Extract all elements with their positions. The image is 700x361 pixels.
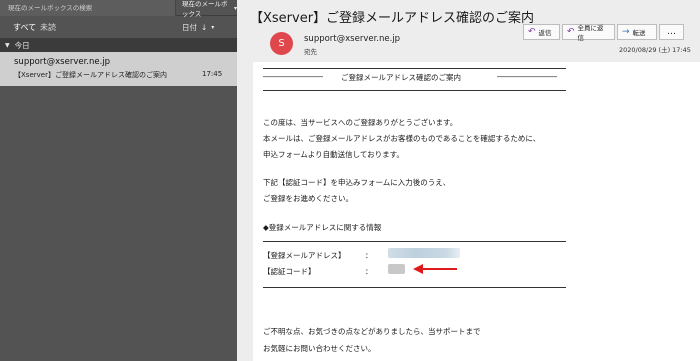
message-time: 17:45 (202, 70, 223, 78)
divider (263, 68, 566, 69)
reply-button[interactable]: ↶ 返信 (523, 24, 560, 40)
to-label: 宛先 (304, 48, 317, 56)
forward-button[interactable]: → 転送 (617, 24, 657, 40)
message-subject: 【Xserver】ご登録メールアドレス確認のご案内 (14, 71, 167, 79)
redacted-email (388, 248, 460, 258)
message-list-item[interactable]: support@xserver.ne.jp 【Xserver】ご登録メールアドレ… (0, 52, 237, 86)
divider (263, 241, 566, 242)
redacted-code (388, 264, 405, 274)
message-actions: ↶ 返信 ↶ 全員に返信 → 転送 … (523, 24, 684, 42)
reply-label: 返信 (538, 29, 552, 37)
divider (263, 287, 566, 288)
body-line: この度は、当サービスへのご登録ありがとうございます。 (263, 118, 458, 127)
sender-address: support@xserver.ne.jp (304, 34, 401, 44)
reply-icon: ↶ (528, 26, 536, 37)
group-header-today[interactable]: ▼ 今日 (0, 38, 237, 52)
filter-bar: すべて 未読 日付 ↓ ▾ (0, 17, 237, 36)
search-scope-label: 現在のメールボックス (182, 0, 228, 18)
closing-line: ご不明な点、お気づきの点などがありましたら、当サポートまで (263, 327, 481, 336)
divider (263, 90, 566, 91)
filter-unread[interactable]: 未読 (40, 22, 56, 33)
collapse-caret-icon: ▼ (5, 41, 10, 49)
heading-left-rule: ―――――――― (263, 72, 323, 81)
reply-all-button[interactable]: ↶ 全員に返信 (562, 24, 615, 42)
message-list-pane: 現在のメールボックス ▾ すべて 未読 日付 ↓ ▾ ▼ 今日 support@… (0, 0, 237, 361)
closing-line: お気軽にお問い合わせください。 (263, 344, 376, 353)
body-heading: ご登録メールアドレス確認のご案内 (341, 73, 461, 82)
sort-dropdown[interactable]: 日付 ↓ ▾ (182, 22, 214, 33)
search-bar: 現在のメールボックス ▾ (0, 0, 237, 18)
sort-arrow-icon: ↓ (201, 23, 208, 32)
forward-icon: → (622, 26, 630, 37)
email-label: 【登録メールアドレス】 (263, 251, 346, 260)
body-line: ご登録をお進めください。 (263, 194, 353, 203)
forward-label: 転送 (632, 29, 646, 37)
body-line: 本メールは、ご登録メールアドレスがお客様のものであることを確認するために、 (263, 134, 541, 143)
message-body: ―――――――― ご登録メールアドレス確認のご案内 ―――――――― この度は、… (253, 62, 700, 361)
reply-all-label: 全員に返信 (577, 24, 604, 42)
code-colon: ： (365, 267, 373, 276)
mail-title: 【Xserver】ご登録メールアドレス確認のご案内 (250, 11, 535, 26)
avatar: S (270, 32, 293, 55)
reply-all-icon: ↶ (567, 26, 575, 37)
heading-right-rule: ―――――――― (497, 72, 557, 81)
info-heading: ◆登録メールアドレスに関する情報 (263, 223, 382, 232)
red-arrow-indicator (413, 264, 457, 274)
code-label: 【認証コード】 (263, 267, 316, 276)
chevron-down-icon: ▾ (211, 24, 215, 31)
reading-pane: 【Xserver】ご登録メールアドレス確認のご案内 S support@xser… (237, 0, 700, 361)
search-input[interactable] (0, 0, 176, 16)
search-scope-dropdown[interactable]: 現在のメールボックス ▾ (177, 0, 237, 18)
received-date: 2020/08/29 (土) 17:45 (619, 46, 691, 54)
filter-all[interactable]: すべて (13, 22, 36, 33)
group-label: 今日 (14, 40, 30, 50)
message-sender: support@xserver.ne.jp (14, 57, 111, 67)
body-line: 下記【認証コード】を申込みフォームに入力後のうえ、 (263, 178, 451, 187)
sort-label: 日付 (182, 23, 197, 32)
email-colon: ： (365, 251, 373, 260)
more-actions-button[interactable]: … (659, 24, 684, 40)
body-line: 申込フォームより自動送信しております。 (263, 150, 404, 159)
